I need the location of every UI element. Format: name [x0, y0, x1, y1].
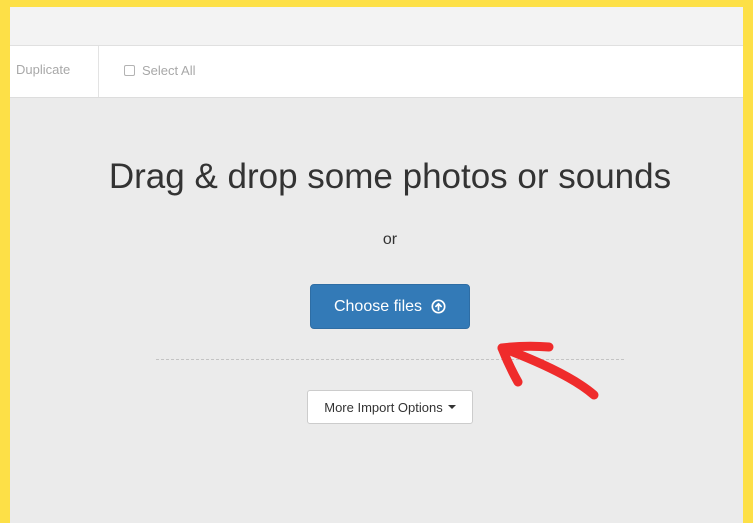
checkbox-icon[interactable] [124, 65, 135, 76]
circle-arrow-up-icon [431, 299, 446, 314]
or-text: or [382, 231, 398, 248]
top-strip [10, 7, 743, 46]
section-divider [156, 359, 624, 360]
choose-files-button[interactable]: Choose files [310, 284, 470, 329]
more-import-options-label: More Import Options [324, 399, 443, 415]
app-frame: Duplicate Select All Drag & drop some ph… [10, 7, 743, 523]
more-import-options-button[interactable]: More Import Options [307, 390, 473, 424]
toolbar: Duplicate Select All [10, 46, 743, 98]
choose-files-label: Choose files [333, 297, 423, 315]
select-all-label: Select All [142, 63, 196, 78]
caret-down-icon [447, 405, 456, 409]
toolbar-divider [98, 46, 99, 97]
duplicate-button[interactable]: Duplicate [16, 62, 70, 77]
select-all-checkbox[interactable]: Select All [124, 63, 195, 78]
dropzone-heading: Drag & drop some photos or sounds [108, 157, 672, 196]
